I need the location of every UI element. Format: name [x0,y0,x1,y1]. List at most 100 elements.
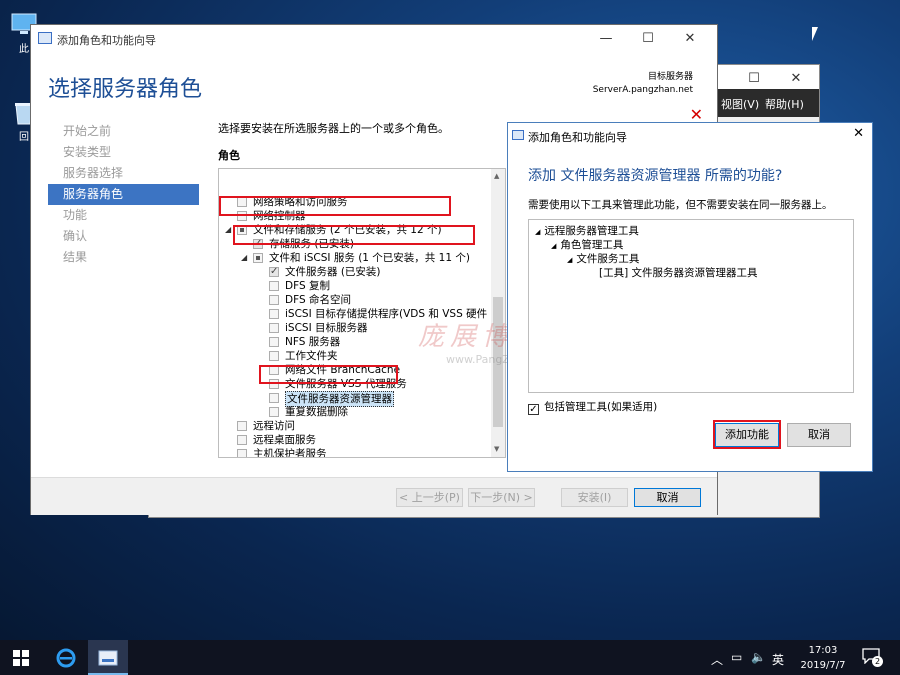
role-row[interactable]: 工作文件夹 [219,349,491,363]
scroll-up-icon[interactable]: ▲ [494,172,499,180]
role-checkbox[interactable] [269,281,279,291]
close-icon[interactable]: ✕ [853,126,864,141]
prev-button[interactable]: < 上一步(P) [396,488,463,507]
role-row[interactable]: 远程桌面服务 [219,433,491,447]
role-checkbox[interactable] [269,295,279,305]
close-icon[interactable]: ✕ [781,69,811,89]
maximize-icon[interactable]: ☐ [633,29,663,49]
target-server-label: 目标服务器 [647,72,693,82]
role-checkbox[interactable] [269,393,279,403]
role-checkbox[interactable] [269,337,279,347]
next-button[interactable]: 下一步(N) > [468,488,535,507]
nav-item-features[interactable]: 功能 [48,205,199,226]
menu-help[interactable]: 帮助(H) [765,96,804,112]
checkbox-checked-icon[interactable]: ✓ [528,404,539,415]
nav-item-server-selection[interactable]: 服务器选择 [48,163,199,184]
role-row[interactable]: iSCSI 目标服务器 [219,321,491,335]
role-row[interactable]: ◢ 文件和存储服务 (2 个已安装，共 12 个) [219,223,491,237]
nav-item-before-you-begin[interactable]: 开始之前 [48,121,199,142]
role-checkbox[interactable] [269,379,279,389]
wizard-window-title: 添加角色和功能向导 [57,34,156,47]
role-checkbox[interactable] [253,253,263,263]
close-icon[interactable]: ✕ [675,29,705,49]
roles-tree[interactable]: ▲ ▼ 网络策略和访问服务 网络控制器 ◢ 文件和存储服务 (2 个已安装，共 12 … [218,168,506,458]
expand-triangle-icon[interactable]: ◢ [535,228,540,236]
role-label: iSCSI 目标存储提供程序(VDS 和 VSS 硬件 [285,308,488,320]
role-row[interactable]: 文件服务器 VSS 代理服务 [219,377,491,391]
role-label: 网络控制器 [253,210,306,222]
role-row[interactable]: 远程访问 [219,419,491,433]
expand-triangle-icon[interactable]: ◢ [225,223,231,237]
role-row[interactable]: iSCSI 目标存储提供程序(VDS 和 VSS 硬件 [219,307,491,321]
windows-logo-icon [13,650,29,666]
role-row[interactable]: DFS 复制 [219,279,491,293]
nav-item-server-roles[interactable]: 服务器角色 [48,184,199,205]
tray-expand-icon[interactable]: ︿ [711,651,723,668]
expand-triangle-icon[interactable]: ◢ [567,256,572,264]
add-features-dialog: 添加角色和功能向导 ✕ 添加 文件服务器资源管理器 所需的功能? 需要使用以下工… [507,122,873,472]
minimize-icon[interactable]: — [591,29,621,49]
ie-taskbar-button[interactable] [46,640,86,675]
feature-label: 角色管理工具 [560,239,624,251]
role-checkbox[interactable] [269,265,279,279]
role-checkbox[interactable] [269,309,279,319]
server-manager-taskbar-button[interactable] [88,640,128,675]
role-row[interactable]: 主机保护者服务 [219,447,491,457]
menu-view[interactable]: 视图(V) [721,96,759,112]
role-checkbox[interactable] [269,407,279,417]
volume-muted-icon[interactable]: 🔈 [751,650,766,664]
notifications-button[interactable]: 2 [862,648,884,668]
role-row[interactable]: 网络控制器 [219,209,491,223]
role-checkbox[interactable] [269,323,279,333]
ime-indicator[interactable]: 英 [772,651,784,668]
role-checkbox[interactable] [237,449,247,457]
include-tools-checkbox[interactable]: ✓ 包括管理工具(如果适用) [528,399,657,415]
nav-item-confirmation[interactable]: 确认 [48,226,199,247]
role-checkbox[interactable] [237,435,247,445]
role-checkbox[interactable] [237,421,247,431]
wizard-titlebar[interactable]: 添加角色和功能向导 — ☐ ✕ [31,25,717,53]
maximize-icon[interactable]: ☐ [739,69,769,89]
role-row[interactable]: NFS 服务器 [219,335,491,349]
dialog-heading: 添加 文件服务器资源管理器 所需的功能? [528,168,783,184]
nav-item-installation-type[interactable]: 安装类型 [48,142,199,163]
roles-scrollbar[interactable]: ▲ ▼ [491,169,505,457]
role-label: 远程桌面服务 [253,434,316,446]
role-row[interactable]: 文件服务器 (已安装) [219,265,491,279]
nav-item-results[interactable]: 结果 [48,247,199,268]
install-button[interactable]: 安装(I) [561,488,628,507]
role-row[interactable]: 网络文件 BranchCache [219,363,491,377]
role-checkbox[interactable] [269,351,279,361]
expand-triangle-icon[interactable]: ◢ [241,251,247,265]
cancel-button[interactable]: 取消 [634,488,701,507]
wizard-footer: < 上一步(P) 下一步(N) > 安装(I) 取消 [31,477,717,515]
wizard-nav: 开始之前 安装类型 服务器选择 服务器角色 功能 确认 结果 [48,121,199,268]
expand-triangle-icon[interactable]: ◢ [551,242,556,250]
target-server-name: ServerA.pangzhan.net [592,85,693,95]
dialog-cancel-button[interactable]: 取消 [787,423,851,447]
start-button[interactable] [0,640,42,675]
role-row[interactable]: 存储服务 (已安装) [219,237,491,251]
role-label: 网络策略和访问服务 [253,196,348,208]
feature-label: 远程服务器管理工具 [544,225,639,237]
role-checkbox[interactable] [253,237,263,251]
clock[interactable]: 17:03 2019/7/7 [795,643,851,673]
role-row[interactable]: 网络策略和访问服务 [219,195,491,209]
role-row[interactable]: 文件服务器资源管理器 [219,391,491,407]
role-checkbox[interactable] [269,365,279,375]
role-label: 文件和存储服务 (2 个已安装，共 12 个) [253,224,442,236]
role-checkbox[interactable] [237,225,247,235]
role-row[interactable]: DFS 命名空间 [219,293,491,307]
server-manager-icon [98,650,118,666]
features-tree[interactable]: ◢ 远程服务器管理工具 ◢ 角色管理工具 ◢ 文件服务工具 [工具] 文件服务器资源管理器工… [528,219,854,393]
role-checkbox[interactable] [237,197,247,207]
role-checkbox[interactable] [237,211,247,221]
role-label: 远程访问 [253,420,295,432]
feature-label: 文件服务工具 [576,253,640,265]
scrollbar-thumb[interactable] [493,297,503,427]
action-center-tray-icon[interactable]: ▭ [731,650,742,664]
role-row[interactable]: ◢ 文件和 iSCSI 服务 (1 个已安装，共 11 个) [219,251,491,265]
scroll-down-icon[interactable]: ▼ [494,445,499,453]
add-features-button[interactable]: 添加功能 [715,423,779,447]
role-row[interactable]: 重复数据删除 [219,405,491,419]
